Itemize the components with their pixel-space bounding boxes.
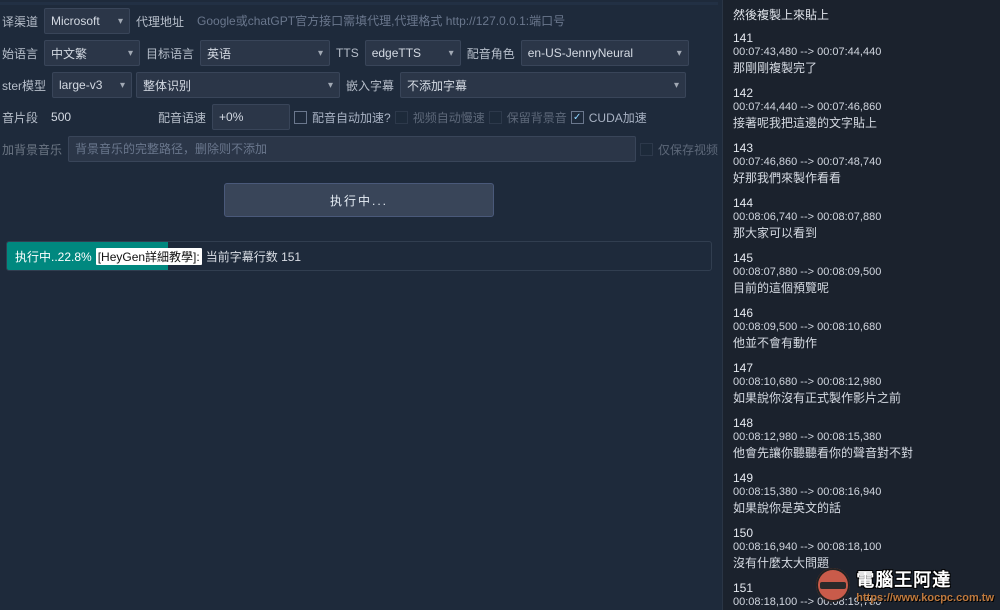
subtitle-time: 00:08:10,680 --> 00:08:12,980 xyxy=(733,376,990,388)
chevron-down-icon: ▾ xyxy=(118,16,123,27)
input-segment[interactable] xyxy=(44,104,152,130)
chevron-down-icon: ▾ xyxy=(128,48,133,59)
subtitle-time: 00:08:07,880 --> 00:08:09,500 xyxy=(733,266,990,278)
select-target-lang[interactable]: 英语▾ xyxy=(200,40,330,66)
subtitle-list: 14100:07:43,480 --> 00:07:44,440那剛剛複製完了1… xyxy=(733,31,990,610)
subtitle-text: 接著呢我把這邊的文字貼上 xyxy=(733,114,990,131)
checkbox-icon xyxy=(395,111,408,124)
subtitle-entry: 14700:08:10,680 --> 00:08:12,980如果說你沒有正式… xyxy=(733,361,990,406)
label-bgm: 加背景音乐 xyxy=(0,141,64,158)
label-translate-channel: 译渠道 xyxy=(0,13,40,30)
subtitle-header: 然後複製上來貼上 xyxy=(733,6,990,23)
checkbox-save-only[interactable]: 仅保存视频 xyxy=(640,141,718,158)
subtitle-entry: 14200:07:44,440 --> 00:07:46,860接著呢我把這邊的… xyxy=(733,86,990,131)
chevron-down-icon: ▾ xyxy=(328,80,333,91)
subtitle-entry: 14100:07:43,480 --> 00:07:44,440那剛剛複製完了 xyxy=(733,31,990,76)
subtitle-index: 150 xyxy=(733,526,990,540)
subtitle-index: 142 xyxy=(733,86,990,100)
chevron-down-icon: ▾ xyxy=(120,80,125,91)
subtitle-text: 那剛剛複製完了 xyxy=(733,59,990,76)
progress-label: 执行中..22.8% [HeyGen詳細教學]: 当前字幕行数 151 xyxy=(7,242,711,270)
subtitle-time: 00:08:12,980 --> 00:08:15,380 xyxy=(733,431,990,443)
subtitle-index: 148 xyxy=(733,416,990,430)
subtitle-time: 00:08:06,740 --> 00:08:07,880 xyxy=(733,211,990,223)
subtitle-text: 那大家可以看到 xyxy=(733,224,990,241)
checkbox-icon xyxy=(294,111,307,124)
subtitle-index: 151 xyxy=(733,581,990,595)
subtitle-entry: 14900:08:15,380 --> 00:08:16,940如果說你是英文的… xyxy=(733,471,990,516)
subtitle-index: 145 xyxy=(733,251,990,265)
subtitle-entry: 14500:08:07,880 --> 00:08:09,500目前的這個預覽呢 xyxy=(733,251,990,296)
subtitle-entry: 15000:08:16,940 --> 00:08:18,100沒有什麼太大問題 xyxy=(733,526,990,571)
select-translate-channel[interactable]: Microsoft▾ xyxy=(44,8,130,34)
label-speed: 配音语速 xyxy=(156,109,208,126)
checkbox-icon xyxy=(489,111,502,124)
row-translate-channel: 译渠道 Microsoft▾ 代理地址 xyxy=(0,8,718,34)
subtitle-index: 143 xyxy=(733,141,990,155)
run-button[interactable]: 执行中... xyxy=(224,183,494,217)
select-voice[interactable]: en-US-JennyNeural▾ xyxy=(521,40,689,66)
checkbox-icon xyxy=(640,143,653,156)
subtitle-time: 00:07:44,440 --> 00:07:46,860 xyxy=(733,101,990,113)
input-proxy[interactable] xyxy=(190,8,718,34)
select-tts[interactable]: edgeTTS▾ xyxy=(365,40,461,66)
subtitle-panel: 然後複製上來貼上 14100:07:43,480 --> 00:07:44,44… xyxy=(722,0,1000,610)
checkbox-keep-bgm[interactable]: 保留背景音 xyxy=(489,109,567,126)
row-model: ster模型 large-v3▾ 整体识别▾ 嵌入字幕 不添加字幕▾ xyxy=(0,72,718,98)
subtitle-index: 149 xyxy=(733,471,990,485)
subtitle-index: 144 xyxy=(733,196,990,210)
subtitle-index: 146 xyxy=(733,306,990,320)
settings-panel: 译渠道 Microsoft▾ 代理地址 始语言 中文繁▾ 目标语言 英语▾ TT… xyxy=(0,0,722,610)
label-proxy: 代理地址 xyxy=(134,13,186,30)
checkbox-icon xyxy=(571,111,584,124)
select-recog-mode[interactable]: 整体识别▾ xyxy=(136,72,340,98)
label-tts: TTS xyxy=(334,46,361,60)
select-model[interactable]: large-v3▾ xyxy=(52,72,132,98)
row-language: 始语言 中文繁▾ 目标语言 英语▾ TTS edgeTTS▾ 配音角色 en-U… xyxy=(0,40,718,66)
subtitle-time: 00:08:16,940 --> 00:08:18,100 xyxy=(733,541,990,553)
subtitle-time: 00:08:09,500 --> 00:08:10,680 xyxy=(733,321,990,333)
input-speed[interactable] xyxy=(212,104,290,130)
subtitle-time: 00:07:43,480 --> 00:07:44,440 xyxy=(733,46,990,58)
subtitle-text: 如果說你是英文的話 xyxy=(733,499,990,516)
subtitle-entry: 14600:08:09,500 --> 00:08:10,680他並不會有動作 xyxy=(733,306,990,351)
label-source-lang: 始语言 xyxy=(0,45,40,62)
select-embed[interactable]: 不添加字幕▾ xyxy=(400,72,686,98)
progress-bar: 执行中..22.8% [HeyGen詳細教學]: 当前字幕行数 151 xyxy=(6,241,712,271)
subtitle-text: 好那我們來製作看看 xyxy=(733,169,990,186)
label-voice: 配音角色 xyxy=(465,45,517,62)
subtitle-entry: 14400:08:06,740 --> 00:08:07,880那大家可以看到 xyxy=(733,196,990,241)
checkbox-cuda[interactable]: CUDA加速 xyxy=(571,109,647,126)
subtitle-entry: 14800:08:12,980 --> 00:08:15,380他會先讓你聽聽看… xyxy=(733,416,990,461)
subtitle-text: 如果說你沒有正式製作影片之前 xyxy=(733,389,990,406)
checkbox-video-slow[interactable]: 视频自动慢速 xyxy=(395,109,485,126)
subtitle-text: 沒有什麼太大問題 xyxy=(733,554,990,571)
subtitle-time: 00:07:46,860 --> 00:07:48,740 xyxy=(733,156,990,168)
select-source-lang[interactable]: 中文繁▾ xyxy=(44,40,140,66)
row-bgm: 加背景音乐 仅保存视频 xyxy=(0,136,718,162)
row-segment: 音片段 配音语速 配音自动加速? 视频自动慢速 保留背景音 CUDA加速 xyxy=(0,104,718,130)
subtitle-text: 他會先讓你聽聽看你的聲音對不對 xyxy=(733,444,990,461)
subtitle-text: 他並不會有動作 xyxy=(733,334,990,351)
chevron-down-icon: ▾ xyxy=(318,48,323,59)
label-segment: 音片段 xyxy=(0,109,40,126)
chevron-down-icon: ▾ xyxy=(677,48,682,59)
subtitle-entry: 15100:08:18,100 --> 00:08:19,780但中文的話他有很… xyxy=(733,581,990,610)
subtitle-index: 147 xyxy=(733,361,990,375)
chevron-down-icon: ▾ xyxy=(449,48,454,59)
subtitle-index: 141 xyxy=(733,31,990,45)
input-bgm-path[interactable] xyxy=(68,136,636,162)
label-model: ster模型 xyxy=(0,77,48,94)
checkbox-auto-speed[interactable]: 配音自动加速? xyxy=(294,109,391,126)
chevron-down-icon: ▾ xyxy=(674,80,679,91)
subtitle-time: 00:08:15,380 --> 00:08:16,940 xyxy=(733,486,990,498)
subtitle-text: 目前的這個預覽呢 xyxy=(733,279,990,296)
label-embed: 嵌入字幕 xyxy=(344,77,396,94)
subtitle-time: 00:08:18,100 --> 00:08:19,780 xyxy=(733,596,990,608)
subtitle-entry: 14300:07:46,860 --> 00:07:48,740好那我們來製作看… xyxy=(733,141,990,186)
label-target-lang: 目标语言 xyxy=(144,45,196,62)
